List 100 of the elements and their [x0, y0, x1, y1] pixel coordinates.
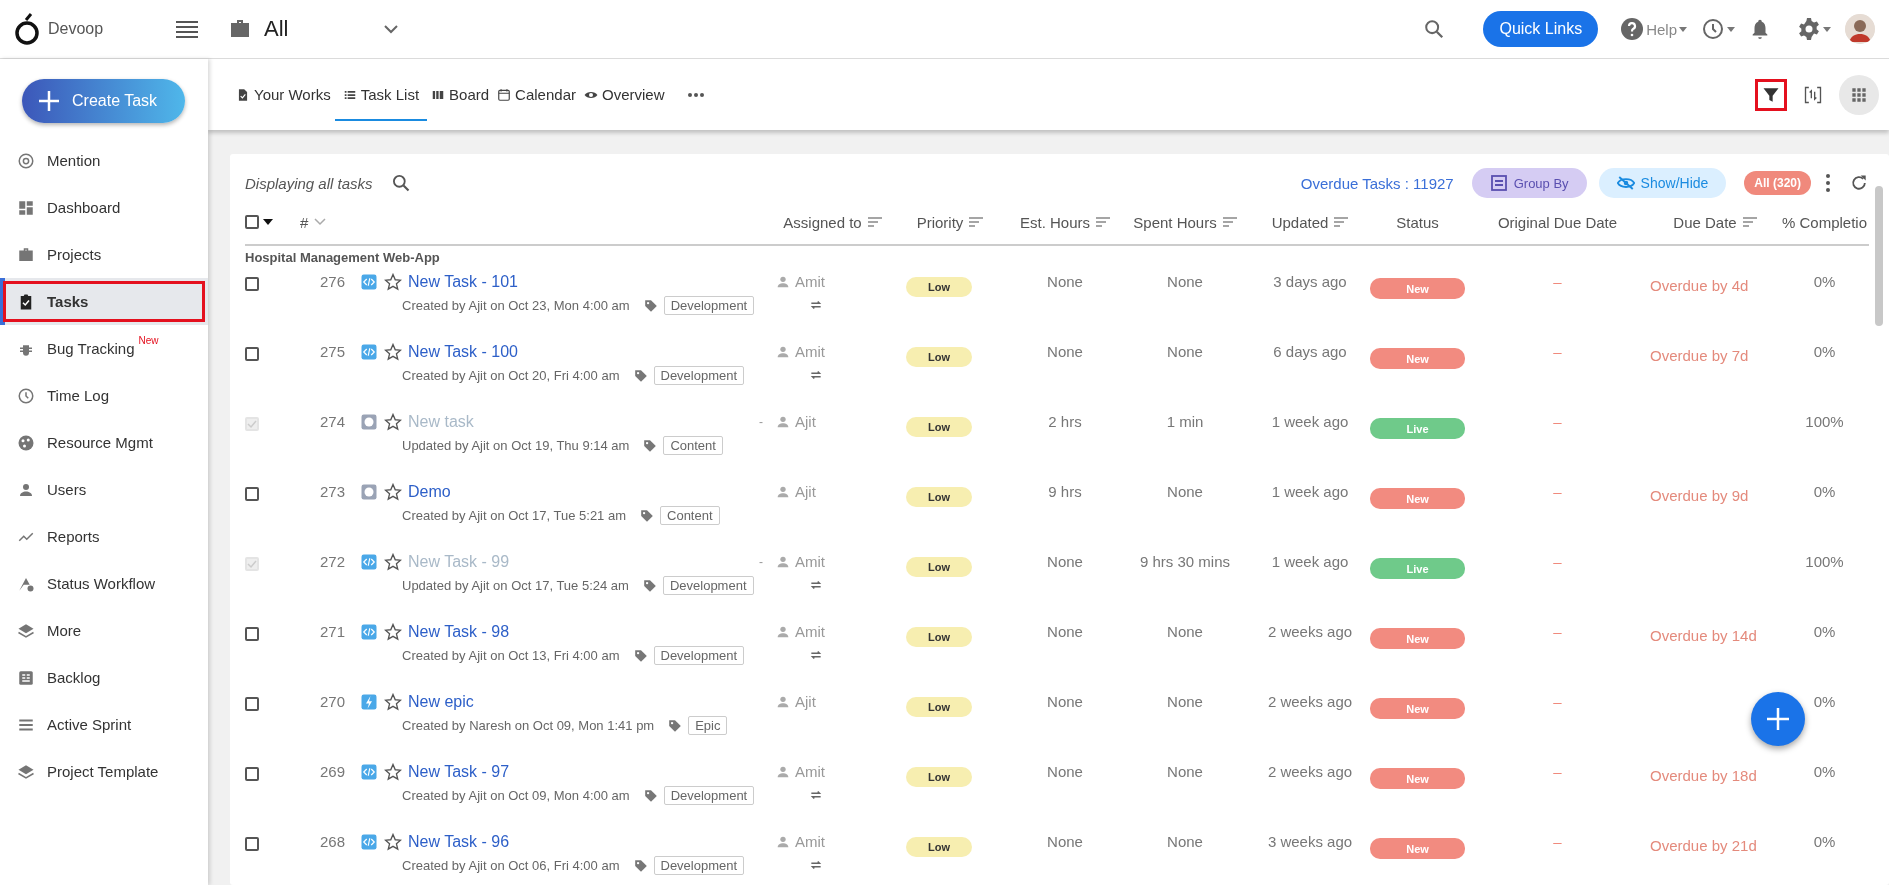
sidebar-item[interactable]: Resource Mgmt — [0, 419, 208, 466]
column-header[interactable]: % Completio — [1781, 213, 1867, 231]
sidebar-item[interactable]: Status Workflow — [0, 560, 208, 607]
list-board-icon — [17, 668, 35, 687]
row-checkbox[interactable] — [245, 627, 259, 641]
view-tab[interactable]: Calendar — [493, 70, 580, 121]
refresh-icon[interactable] — [1849, 173, 1869, 193]
sidebar-item[interactable]: Bug Tracking New — [0, 325, 208, 372]
star-icon[interactable] — [384, 623, 402, 641]
task-title-link[interactable]: Demo — [408, 483, 451, 501]
assignee-name: Amit — [795, 623, 825, 640]
estimated-hours: 2 hrs — [1047, 412, 1083, 430]
star-icon[interactable] — [384, 553, 402, 571]
row-checkbox[interactable] — [245, 697, 259, 711]
tag-chip[interactable]: Development — [662, 576, 754, 595]
tag-chip[interactable]: Development — [653, 366, 745, 385]
caret-icon — [1679, 26, 1687, 32]
status-badge: New — [1370, 698, 1465, 719]
sidebar-item[interactable]: Project Template — [0, 748, 208, 795]
column-header[interactable]: Original Due Date — [1497, 213, 1618, 231]
star-icon[interactable] — [384, 273, 402, 291]
tag-icon — [640, 508, 654, 523]
overdue-tasks-link[interactable]: Overdue Tasks : 11927 — [1300, 174, 1454, 192]
sidebar-item[interactable]: Time Log — [0, 372, 208, 419]
help-menu[interactable]: Help — [1646, 20, 1677, 38]
priority-badge: Low — [906, 837, 972, 857]
filter-button[interactable] — [1755, 78, 1787, 111]
help-icon[interactable] — [1620, 17, 1645, 41]
sidebar-item[interactable]: Backlog — [0, 654, 208, 701]
tag-chip[interactable]: Development — [663, 786, 755, 805]
settings-icon[interactable] — [1797, 17, 1821, 41]
star-icon[interactable] — [384, 763, 402, 781]
row-checkbox[interactable] — [245, 277, 259, 291]
task-title-link[interactable]: New Task - 96 — [408, 833, 510, 851]
row-checkbox[interactable] — [245, 347, 259, 361]
quick-links-button[interactable]: Quick Links — [1483, 11, 1599, 47]
scrollbar[interactable] — [1875, 186, 1883, 326]
task-title-link[interactable]: New epic — [408, 693, 474, 711]
kebab-menu-icon[interactable] — [1825, 174, 1831, 192]
column-header[interactable]: Updated — [1271, 213, 1329, 231]
column-header[interactable]: Priority — [916, 213, 964, 231]
sidebar-item[interactable]: Projects — [0, 231, 208, 278]
star-icon[interactable] — [384, 693, 402, 711]
menu-icon[interactable] — [176, 20, 198, 38]
task-title-link[interactable]: New Task - 98 — [408, 623, 510, 641]
select-all-checkbox[interactable] — [245, 215, 259, 229]
column-header[interactable]: Est. Hours — [1020, 213, 1090, 231]
tag-chip[interactable]: Content — [660, 506, 720, 525]
project-picker[interactable]: All — [264, 16, 384, 42]
star-icon[interactable] — [384, 833, 402, 851]
tag-chip[interactable]: Development — [653, 856, 745, 875]
sidebar-item[interactable]: Reports — [0, 513, 208, 560]
view-tab[interactable]: Overview — [579, 70, 669, 121]
sidebar-item[interactable]: Tasks — [0, 278, 208, 325]
sidebar-item[interactable]: Dashboard — [0, 184, 208, 231]
tag-chip[interactable]: Development — [653, 646, 745, 665]
tag-chip[interactable]: Epic — [688, 716, 728, 735]
add-button[interactable] — [1751, 692, 1805, 746]
view-tab[interactable]: Board — [427, 70, 494, 121]
search-icon[interactable] — [390, 173, 411, 193]
view-tab[interactable]: Your Works — [232, 70, 335, 121]
sidebar-item[interactable]: More — [0, 607, 208, 654]
caret-icon[interactable] — [263, 219, 273, 225]
search-icon[interactable] — [1423, 18, 1446, 40]
star-icon[interactable] — [384, 413, 402, 431]
column-header[interactable]: Assigned to — [783, 213, 862, 231]
star-icon[interactable] — [384, 483, 402, 501]
group-by-button[interactable]: Group By — [1471, 168, 1587, 198]
row-checkbox[interactable] — [245, 767, 259, 781]
sidebar-item[interactable]: Mention — [0, 137, 208, 184]
more-icon[interactable] — [688, 92, 705, 97]
column-header[interactable]: # — [300, 213, 309, 231]
column-header[interactable]: Due Date — [1673, 213, 1737, 231]
spent-hours: None — [1166, 762, 1204, 780]
group-icon — [1489, 174, 1508, 192]
tag-icon — [643, 438, 658, 453]
tag-icon — [643, 298, 658, 313]
column-header[interactable]: Status — [1396, 213, 1439, 231]
estimated-hours: None — [1046, 762, 1084, 780]
tag-chip[interactable]: Content — [663, 436, 723, 455]
create-task-button[interactable]: Create Task — [22, 79, 185, 123]
task-meta: Updated by Ajit on Oct 17, Tue 5:24 am — [402, 578, 629, 593]
priority-badge: Low — [906, 557, 972, 577]
chevron-down-icon[interactable] — [384, 24, 398, 34]
avatar-icon[interactable] — [1845, 14, 1875, 44]
view-tab[interactable]: Task List — [334, 70, 428, 121]
apps-button[interactable] — [1839, 74, 1879, 115]
tag-chip[interactable]: Development — [663, 296, 755, 315]
tag-icon — [643, 788, 658, 803]
row-checkbox[interactable] — [245, 837, 259, 851]
task-title-link[interactable]: New Task - 100 — [408, 343, 518, 361]
column-header[interactable]: Spent Hours — [1133, 213, 1217, 231]
sidebar-item[interactable]: Active Sprint — [0, 701, 208, 748]
estimated-hours: None — [1046, 692, 1084, 710]
task-title-link[interactable]: New Task - 97 — [408, 763, 510, 781]
assignee-name: Ajit — [795, 483, 816, 500]
star-icon[interactable] — [384, 343, 402, 361]
sidebar-item[interactable]: Users — [0, 466, 208, 513]
row-checkbox[interactable] — [245, 487, 259, 501]
task-title-link[interactable]: New Task - 101 — [408, 273, 518, 291]
